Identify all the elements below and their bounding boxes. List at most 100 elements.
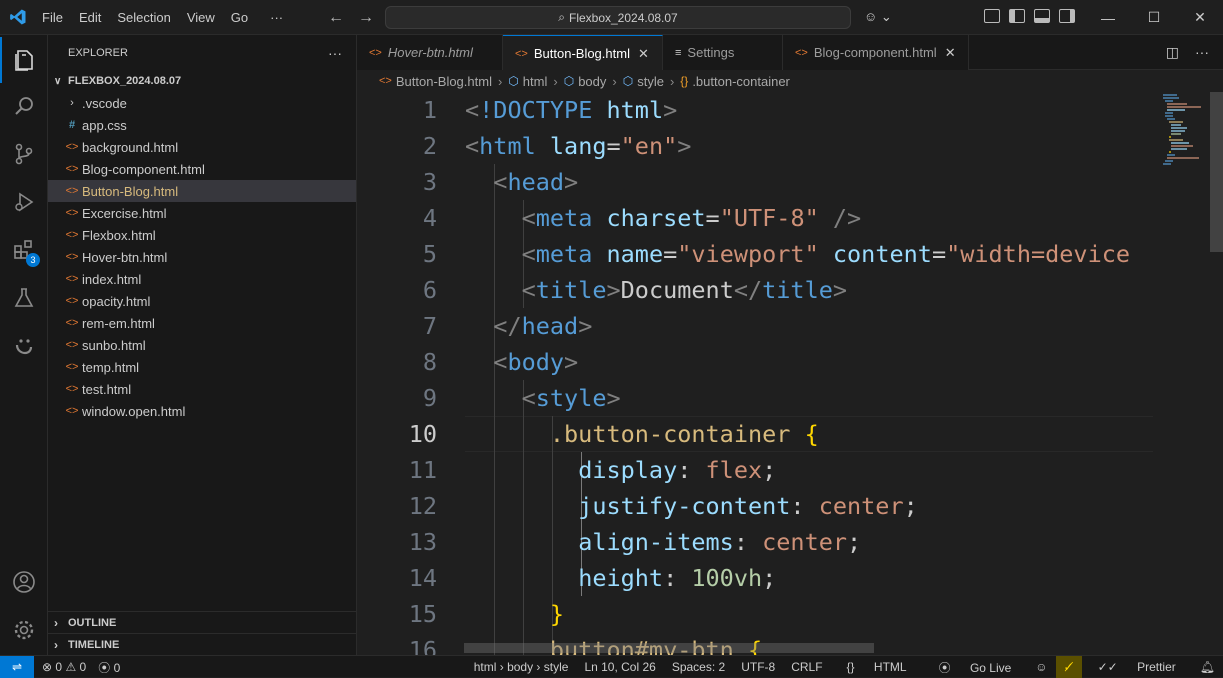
file-item-app-css[interactable]: # app.css (48, 114, 356, 136)
manage-gear-icon[interactable] (0, 607, 48, 653)
prettier-warning-icon[interactable]: ✓̸ (1055, 656, 1082, 678)
back-arrow-icon[interactable]: ← (328, 9, 344, 26)
code-line: 14 height: 100vh; (357, 560, 1153, 596)
maximize-icon[interactable]: ☐ (1131, 0, 1177, 35)
file-encoding[interactable]: UTF-8 (733, 660, 783, 674)
menu-go[interactable]: Go (223, 10, 256, 25)
prettier-status[interactable]: ✓✓ Prettier (1082, 660, 1192, 674)
copilot-status-icon[interactable]: ☺ (1027, 660, 1055, 674)
file-item-rem-em[interactable]: <> rem-em.html (48, 312, 356, 334)
file-item-button-blog[interactable]: <> Button-Blog.html (48, 180, 356, 202)
line-number: 15 (408, 600, 437, 628)
split-editor-icon[interactable]: ◫ (1166, 44, 1179, 61)
outline-section[interactable]: › OUTLINE (48, 611, 357, 633)
code-line: 9 <style> (357, 380, 1153, 416)
code-text: <title>Document</title> (521, 276, 848, 304)
file-item-test[interactable]: <> test.html (48, 378, 356, 400)
status-breadcrumb-path[interactable]: html › body › style (466, 660, 577, 674)
toggle-panel-icon[interactable] (1034, 9, 1050, 23)
live-share-icon[interactable] (0, 323, 48, 369)
close-tab-icon[interactable]: ✕ (945, 45, 956, 61)
breadcrumb-body[interactable]: body (578, 74, 606, 89)
remote-indicator-icon[interactable]: ⇌ (0, 656, 34, 678)
close-tab-icon[interactable]: ✕ (638, 46, 649, 62)
close-icon[interactable]: ✕ (1177, 0, 1223, 35)
code-line: 3 <head> (357, 164, 1153, 200)
file-name: test.html (82, 381, 132, 397)
search-view-icon[interactable] (0, 83, 48, 129)
line-number: 10 (408, 420, 437, 448)
nav-arrows: ← → (328, 9, 388, 27)
tab-button-blog[interactable]: <> Button-Blog.html ✕ (503, 35, 663, 71)
line-number: 16 (408, 636, 437, 655)
file-item-sunbo[interactable]: <> sunbo.html (48, 334, 356, 356)
html-file-icon: <> (65, 185, 79, 197)
go-live-button[interactable]: ⦿ Go Live (923, 659, 1028, 676)
file-item-flexbox[interactable]: <> Flexbox.html (48, 224, 356, 246)
toggle-secondary-sidebar-icon[interactable] (1059, 9, 1075, 23)
run-debug-icon[interactable] (0, 179, 48, 225)
extensions-icon[interactable]: 3 (0, 227, 48, 273)
language-mode[interactable]: {} HTML (831, 660, 923, 674)
customize-layout-icon[interactable] (984, 9, 1000, 23)
minimize-icon[interactable]: — (1085, 0, 1131, 35)
html-file-icon: <> (795, 46, 808, 59)
file-name: Excercise.html (82, 205, 167, 221)
file-item-opacity[interactable]: <> opacity.html (48, 290, 356, 312)
menu-more[interactable]: ··· (262, 10, 291, 25)
file-item-background[interactable]: <> background.html (48, 136, 356, 158)
tab-settings[interactable]: ≡ Settings (663, 35, 783, 70)
forward-arrow-icon[interactable]: → (358, 9, 374, 26)
menu-file[interactable]: File (34, 10, 71, 25)
editor-tabs: <> Hover-btn.html <> Button-Blog.html ✕ ≡ Se… (357, 35, 1223, 71)
tab-blog-component[interactable]: <> Blog-component.html ✕ (783, 35, 969, 70)
file-item-blog-component[interactable]: <> Blog-component.html (48, 158, 356, 180)
breadcrumb-html[interactable]: html (523, 74, 548, 89)
file-item-excercise[interactable]: <> Excercise.html (48, 202, 356, 224)
code-text: justify-content: center; (578, 492, 918, 520)
code-editor[interactable]: 1 <!DOCTYPE html> 2 <html lang="en"> 3 <he… (357, 92, 1153, 655)
notifications-bell-icon[interactable]: 🔔︎ (1192, 660, 1223, 674)
tab-hover-btn[interactable]: <> Hover-btn.html (357, 35, 503, 70)
toggle-primary-sidebar-icon[interactable] (1009, 9, 1025, 23)
menu-edit[interactable]: Edit (71, 10, 109, 25)
menu-selection[interactable]: Selection (109, 10, 178, 25)
end-of-line[interactable]: CRLF (783, 660, 830, 674)
line-number: 14 (408, 564, 437, 592)
ports-indicator[interactable]: ⦿ 0 (98, 659, 120, 676)
file-item-vscode[interactable]: › .vscode (48, 92, 356, 114)
source-control-icon[interactable] (0, 131, 48, 177)
copilot-icon[interactable]: ☺ ⌄ (864, 9, 892, 25)
activity-bar: 3 (0, 35, 48, 655)
horizontal-scrollbar[interactable] (464, 643, 874, 653)
chevron-right-icon: › (70, 97, 74, 109)
explorer-more-icon[interactable]: ··· (328, 45, 342, 61)
breadcrumb-selector[interactable]: .button-container (692, 74, 790, 89)
menu-view[interactable]: View (179, 10, 223, 25)
html-file-icon: <> (65, 383, 79, 395)
vertical-scrollbar[interactable] (1210, 92, 1223, 252)
file-item-window-open[interactable]: <> window.open.html (48, 400, 356, 422)
cursor-position[interactable]: Ln 10, Col 26 (576, 660, 663, 674)
explorer-icon[interactable] (0, 37, 48, 83)
code-text: align-items: center; (578, 528, 862, 556)
file-name: sunbo.html (82, 337, 146, 353)
file-item-hover-btn[interactable]: <> Hover-btn.html (48, 246, 356, 268)
workspace-folder[interactable]: ∨ FLEXBOX_2024.08.07 (48, 70, 356, 92)
more-actions-icon[interactable]: ··· (1195, 44, 1209, 61)
breadcrumb-file[interactable]: Button-Blog.html (396, 74, 492, 89)
indentation[interactable]: Spaces: 2 (664, 660, 733, 674)
html-file-icon: <> (65, 251, 79, 263)
problems-indicator[interactable]: ⊗ 0 ⚠ 0 (42, 660, 86, 674)
timeline-section[interactable]: › TIMELINE (48, 633, 357, 655)
file-item-temp[interactable]: <> temp.html (48, 356, 356, 378)
accounts-icon[interactable] (0, 559, 48, 605)
testing-flask-icon[interactable] (0, 275, 48, 321)
css-file-icon: # (68, 119, 76, 131)
file-tree: › .vscode # app.css <> background.html <> Bl… (48, 92, 356, 422)
html-file-icon: <> (65, 339, 79, 351)
breadcrumb-style[interactable]: style (637, 74, 664, 89)
editor-actions: ◫ ··· (1166, 44, 1209, 61)
file-item-index[interactable]: <> index.html (48, 268, 356, 290)
command-center-search[interactable]: ⌕ Flexbox_2024.08.07 (385, 6, 851, 29)
